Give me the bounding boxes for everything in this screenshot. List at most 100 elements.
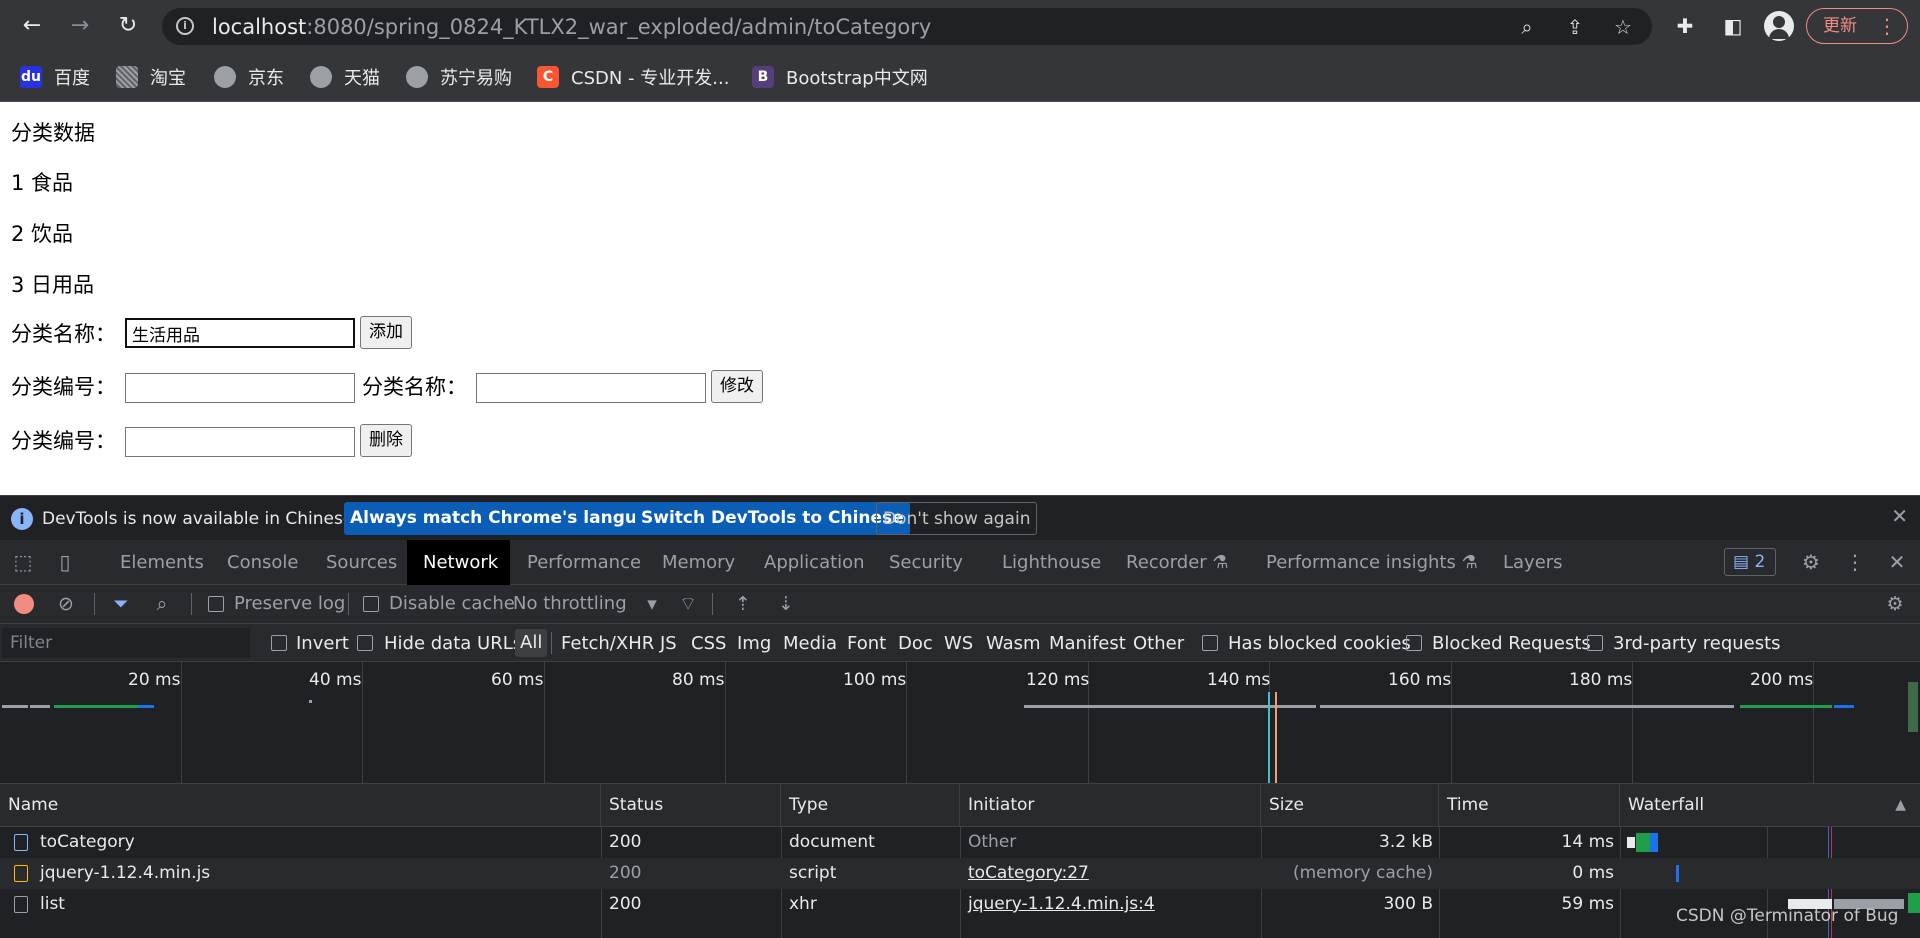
filter-funnel-icon[interactable]: ⏷ bbox=[109, 592, 133, 616]
search-icon[interactable]: ⌕ bbox=[150, 592, 174, 616]
request-name[interactable]: jquery-1.12.4.min.js bbox=[32, 858, 210, 889]
request-name[interactable]: toCategory bbox=[32, 827, 135, 858]
edit-name-input[interactable] bbox=[476, 373, 706, 403]
network-settings-gear-icon[interactable]: ⚙ bbox=[1883, 592, 1907, 616]
more-options-icon[interactable]: ⋮ bbox=[1842, 549, 1868, 575]
column-header-type[interactable]: Type bbox=[781, 784, 960, 827]
disable-cache-checkbox[interactable] bbox=[363, 596, 379, 612]
tab-performance-insights[interactable]: Performance insights ⚗ bbox=[1258, 540, 1486, 585]
request-initiator-link[interactable]: toCategory:27 bbox=[960, 858, 1089, 889]
bookmark-jd[interactable]: 京东 bbox=[214, 64, 284, 90]
side-panel-icon[interactable]: ◧ bbox=[1718, 11, 1748, 41]
share-icon[interactable]: ⇪ bbox=[1562, 14, 1588, 40]
edit-id-input[interactable] bbox=[125, 373, 355, 403]
throttling-select[interactable]: No throttling bbox=[513, 593, 627, 614]
clear-icon[interactable]: ⊘ bbox=[54, 592, 78, 616]
delete-id-input[interactable] bbox=[125, 427, 355, 457]
issues-badge[interactable]: ▤ 2 bbox=[1724, 548, 1776, 576]
forward-arrow-icon[interactable]: → bbox=[64, 10, 96, 42]
back-arrow-icon[interactable]: ← bbox=[16, 10, 48, 42]
filter-input[interactable]: Filter bbox=[2, 628, 250, 658]
type-filter-wasm[interactable]: Wasm bbox=[986, 633, 1041, 654]
tab-recorder[interactable]: Recorder ⚗ bbox=[1118, 540, 1237, 585]
site-info-icon[interactable]: i bbox=[176, 17, 194, 35]
url-text[interactable]: localhost:8080/spring_0824_KTLX2_war_exp… bbox=[212, 15, 931, 39]
blocked-requests-checkbox[interactable] bbox=[1406, 635, 1422, 651]
profile-avatar-icon[interactable] bbox=[1764, 11, 1794, 41]
tab-performance-insights-label: Performance insights bbox=[1266, 552, 1456, 573]
import-har-icon[interactable]: ⇡ bbox=[731, 592, 755, 616]
tab-security[interactable]: Security bbox=[881, 540, 971, 585]
device-toolbar-icon[interactable]: ▯ bbox=[52, 549, 78, 575]
switch-to-chinese-button[interactable]: Switch DevTools to Chinese bbox=[635, 502, 910, 535]
match-language-button[interactable]: Always match Chrome's language bbox=[344, 502, 679, 535]
tab-application[interactable]: Application bbox=[756, 540, 873, 585]
network-conditions-icon[interactable]: ⌔ bbox=[676, 592, 700, 616]
tab-console[interactable]: Console bbox=[219, 540, 306, 585]
type-filter-fetch-xhr[interactable]: Fetch/XHR bbox=[561, 633, 654, 654]
bookmark-suning[interactable]: 苏宁易购 bbox=[406, 64, 512, 90]
dont-show-again-button[interactable]: Don't show again bbox=[876, 502, 1038, 535]
request-time: 14 ms bbox=[1561, 832, 1614, 852]
add-button[interactable]: 添加 bbox=[360, 316, 412, 349]
tab-lighthouse[interactable]: Lighthouse bbox=[994, 540, 1109, 585]
invert-checkbox[interactable] bbox=[271, 635, 287, 651]
column-header-status[interactable]: Status bbox=[601, 784, 781, 827]
table-row[interactable]: toCategory 200 document Other 3.2 kB 14 … bbox=[0, 827, 1920, 858]
table-row[interactable]: jquery-1.12.4.min.js 200 script toCatego… bbox=[0, 858, 1920, 889]
close-devtools-icon[interactable]: ✕ bbox=[1884, 549, 1910, 575]
tab-elements[interactable]: Elements bbox=[112, 540, 212, 585]
tab-sources[interactable]: Sources bbox=[318, 540, 405, 585]
zoom-icon[interactable]: ⌕ bbox=[1514, 14, 1540, 40]
tab-memory[interactable]: Memory bbox=[654, 540, 743, 585]
export-har-icon[interactable]: ⇣ bbox=[774, 592, 798, 616]
hide-data-urls-checkbox[interactable] bbox=[357, 635, 373, 651]
update-button[interactable]: 更新 ⋮ bbox=[1806, 8, 1908, 44]
bookmark-bootstrap[interactable]: B Bootstrap中文网 bbox=[752, 64, 928, 90]
add-name-input[interactable] bbox=[125, 318, 355, 348]
bookmark-star-icon[interactable]: ☆ bbox=[1610, 14, 1636, 40]
type-filter-img[interactable]: Img bbox=[737, 633, 771, 654]
column-header-waterfall[interactable]: Waterfall ▲ bbox=[1620, 784, 1920, 827]
tab-performance[interactable]: Performance bbox=[519, 540, 649, 585]
bookmark-baidu[interactable]: du 百度 bbox=[20, 64, 90, 90]
tab-network[interactable]: Network bbox=[407, 540, 510, 585]
bookmark-csdn[interactable]: C CSDN - 专业开发... bbox=[537, 64, 729, 90]
inspect-element-icon[interactable]: ⬚ bbox=[10, 549, 36, 575]
request-initiator-link[interactable]: jquery-1.12.4.min.js:4 bbox=[960, 889, 1155, 920]
network-overview-timeline[interactable]: 20 ms 40 ms 60 ms 80 ms 100 ms 120 ms 14… bbox=[0, 662, 1920, 784]
edit-button[interactable]: 修改 bbox=[711, 370, 763, 403]
type-filter-manifest[interactable]: Manifest bbox=[1049, 633, 1126, 654]
record-icon[interactable] bbox=[14, 594, 34, 614]
page-content: 分类数据 1 食品 2 饮品 3 日用品 分类名称： 添加 分类编号： 分类名称… bbox=[0, 103, 1920, 495]
column-header-time[interactable]: Time bbox=[1439, 784, 1620, 827]
type-filter-ws[interactable]: WS bbox=[944, 633, 973, 654]
has-blocked-cookies-checkbox[interactable] bbox=[1202, 635, 1218, 651]
delete-button[interactable]: 删除 bbox=[360, 424, 412, 457]
type-filter-font[interactable]: Font bbox=[847, 633, 886, 654]
type-filter-css[interactable]: CSS bbox=[691, 633, 726, 654]
third-party-checkbox[interactable] bbox=[1587, 635, 1603, 651]
close-infobar-icon[interactable]: ✕ bbox=[1891, 504, 1908, 528]
preserve-log-checkbox[interactable] bbox=[208, 596, 224, 612]
request-name[interactable]: list bbox=[32, 889, 65, 920]
reload-icon[interactable]: ↻ bbox=[112, 10, 144, 42]
csdn-watermark: CSDN @Terminator of Bug bbox=[1676, 906, 1899, 926]
column-header-name[interactable]: Name bbox=[0, 784, 601, 827]
bookmark-taobao[interactable]: 淘宝 bbox=[116, 64, 186, 90]
type-filter-media[interactable]: Media bbox=[783, 633, 837, 654]
chevron-down-icon[interactable]: ▾ bbox=[640, 592, 664, 616]
column-header-size[interactable]: Size bbox=[1261, 784, 1439, 827]
address-bar[interactable]: i localhost:8080/spring_0824_KTLX2_war_e… bbox=[162, 8, 1652, 45]
type-filter-other[interactable]: Other bbox=[1133, 633, 1184, 654]
settings-gear-icon[interactable]: ⚙ bbox=[1798, 549, 1824, 575]
bookmark-tmall[interactable]: 天猫 bbox=[310, 64, 380, 90]
column-header-initiator[interactable]: Initiator bbox=[960, 784, 1261, 827]
menu-dots-icon[interactable]: ⋮ bbox=[1877, 9, 1897, 43]
type-filter-js[interactable]: JS bbox=[660, 633, 677, 654]
tab-layers[interactable]: Layers bbox=[1495, 540, 1571, 585]
type-filter-doc[interactable]: Doc bbox=[898, 633, 933, 654]
extensions-puzzle-icon[interactable]: ✚ bbox=[1670, 11, 1700, 41]
type-filter-all[interactable]: All bbox=[515, 629, 548, 657]
table-row[interactable]: list 200 xhr jquery-1.12.4.min.js:4 300 … bbox=[0, 889, 1920, 920]
